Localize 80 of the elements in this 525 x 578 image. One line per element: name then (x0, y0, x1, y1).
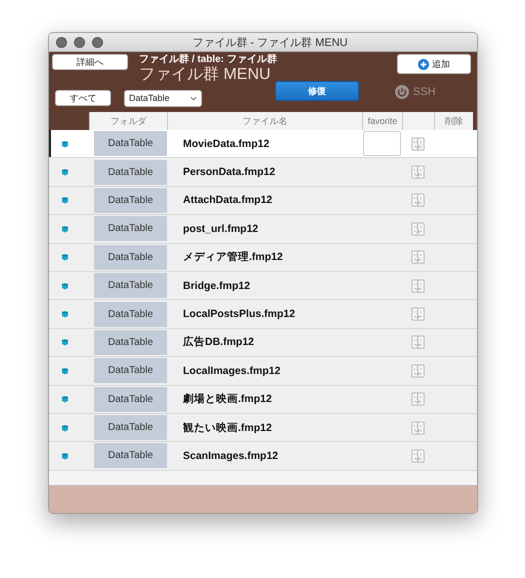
table-row[interactable]: DataTable AttachData.fmp12 (49, 186, 477, 216)
folder-cell: DataTable (94, 302, 167, 327)
power-icon (395, 85, 409, 99)
cube-icon (61, 452, 69, 460)
finder-icon[interactable] (411, 136, 425, 151)
file-name-cell-text: Bridge.fmp12 (182, 280, 252, 292)
all-button[interactable]: すべて (55, 90, 111, 106)
file-name-cell-text: 広告DB.fmp12 (182, 335, 256, 350)
folder-cell: DataTable (94, 160, 167, 185)
detail-button[interactable]: 詳細へ (52, 54, 128, 70)
file-name-cell-text: ScanImages.fmp12 (182, 450, 280, 462)
menu-heading: ファイル群 MENU (139, 66, 272, 84)
table-row[interactable]: DataTable LocalPostsPlus.fmp12 (49, 300, 477, 329)
folder-cell: DataTable (94, 443, 167, 468)
finder-icon[interactable] (411, 420, 425, 435)
file-name-cell-text: LocalPostsPlus.fmp12 (182, 308, 296, 320)
table-row[interactable]: DataTable 観たい映画.fmp12 (49, 414, 477, 442)
file-name-cell-text: メディア管理.fmp12 (182, 250, 284, 264)
cube-icon (61, 140, 69, 148)
cube-icon (61, 310, 69, 318)
table-row[interactable]: DataTable LocalImages.fmp12 (49, 357, 477, 386)
breadcrumb-text: ファイル群 / table: ファイル群 (139, 54, 277, 66)
column-header[interactable]: 削除 (434, 112, 473, 130)
file-name-cell-text: PersonData.fmp12 (182, 166, 276, 178)
column-header[interactable]: フォルダ (89, 112, 167, 130)
finder-icon[interactable] (411, 448, 425, 463)
column-header[interactable]: favorite (362, 112, 402, 130)
plus-icon (418, 58, 429, 70)
column-header[interactable]: ファイル名 (167, 112, 362, 130)
folder-dropdown[interactable]: DataTable (124, 90, 202, 106)
file-name-cell-text: MovieData.fmp12 (182, 138, 270, 150)
table-row[interactable]: DataTable MovieData.fmp12 (49, 130, 477, 158)
column-header (402, 112, 434, 130)
finder-icon[interactable] (411, 165, 425, 180)
cube-icon (61, 282, 69, 290)
folder-cell: DataTable (94, 273, 167, 298)
finder-icon[interactable] (411, 250, 425, 264)
finder-icon[interactable] (411, 392, 425, 406)
file-name-cell-text: AttachData.fmp12 (182, 194, 274, 206)
add-button[interactable]: 追加 (397, 54, 471, 74)
table-row[interactable]: DataTable ScanImages.fmp12 (49, 442, 477, 471)
close-button[interactable] (56, 36, 67, 48)
table-row[interactable]: DataTable post_url.fmp12 (49, 215, 477, 244)
cube-icon (61, 366, 69, 375)
cube-icon (61, 224, 69, 233)
folder-cell: DataTable (94, 330, 167, 355)
cube-icon (61, 253, 69, 262)
finder-icon[interactable] (411, 222, 425, 236)
folder-cell: DataTable (94, 131, 167, 156)
folder-cell: DataTable (94, 244, 167, 270)
finder-icon[interactable] (411, 278, 425, 293)
window-title: ファイル群 - ファイル群 MENU (192, 36, 349, 50)
cube-icon (61, 338, 69, 346)
repair-button[interactable]: 修復 (275, 81, 359, 101)
finder-icon[interactable] (411, 335, 425, 350)
caret-icon (190, 96, 197, 100)
file-name-cell-text: 観たい映画.fmp12 (182, 420, 273, 435)
table-row[interactable]: DataTable 劇場と映画.fmp12 (49, 386, 477, 414)
table-row[interactable]: DataTable PersonData.fmp12 (49, 158, 477, 187)
file-name-cell-text: 劇場と映画.fmp12 (182, 392, 273, 406)
cube-icon (61, 196, 69, 204)
cube-icon (61, 395, 69, 404)
folder-cell: DataTable (94, 216, 167, 242)
finder-icon[interactable] (411, 364, 425, 378)
table-row[interactable]: DataTable Bridge.fmp12 (49, 272, 477, 300)
finder-icon[interactable] (411, 193, 425, 208)
favorite-field[interactable] (363, 131, 401, 156)
zoom-button[interactable] (92, 36, 103, 48)
table-row[interactable]: DataTable 広告DB.fmp12 (49, 328, 477, 358)
folder-cell: DataTable (94, 415, 167, 440)
finder-icon[interactable] (411, 307, 425, 322)
cube-icon (61, 424, 69, 432)
file-name-cell-text: LocalImages.fmp12 (182, 364, 282, 377)
folder-cell: DataTable (94, 188, 167, 213)
table-row[interactable]: DataTable メディア管理.fmp12 (49, 244, 477, 272)
file-name-cell-text: post_url.fmp12 (182, 222, 260, 235)
folder-cell: DataTable (94, 386, 167, 412)
minimize-button[interactable] (74, 36, 85, 48)
folder-cell: DataTable (94, 358, 167, 384)
cube-icon (61, 168, 69, 176)
